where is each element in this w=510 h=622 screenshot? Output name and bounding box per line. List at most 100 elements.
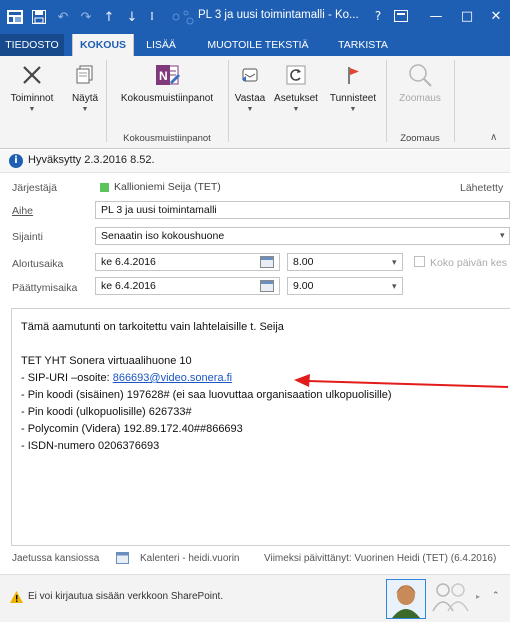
ribbon-separator	[228, 60, 229, 142]
chevron-right-icon[interactable]: ▸	[476, 592, 480, 601]
arrow-up-icon[interactable]: ↑	[100, 9, 118, 25]
tunnisteet-label: Tunnisteet	[329, 93, 377, 104]
undo-icon[interactable]: ↶	[54, 9, 72, 25]
shared-folder-label: Jaetussa kansiossa	[12, 553, 100, 564]
redo-icon[interactable]: ↷	[77, 9, 95, 25]
chevron-down-icon: ▼	[81, 106, 89, 113]
title-bar: ↶ ↷ ↑ ↓ ⫿ PL 3 ja uusi toimintamalli - K…	[0, 0, 510, 34]
location-dropdown-icon[interactable]: ▾	[500, 231, 505, 241]
calendar-icon[interactable]	[260, 256, 274, 268]
sip-uri-link[interactable]: 866693@video.sonera.fi	[113, 372, 232, 384]
refresh-icon	[272, 60, 320, 90]
info-bar: i Hyväksytty 2.3.2016 8.52.	[0, 150, 510, 173]
end-time-dropdown-icon[interactable]: ▾	[392, 282, 397, 292]
organizer-status-badge	[100, 183, 109, 192]
chevron-down-icon: ▼	[349, 106, 357, 113]
chevron-down-icon: ▼	[28, 106, 36, 113]
close-button[interactable]: ✕	[484, 6, 508, 26]
tab-tiedosto[interactable]: TIEDOSTO	[0, 34, 64, 56]
save-icon[interactable]	[30, 9, 48, 25]
subject-label: Aihe	[12, 205, 34, 217]
zoomaus-button[interactable]: Zoomaus	[388, 60, 452, 104]
people-placeholder-icon[interactable]	[432, 581, 472, 618]
arrow-down-icon[interactable]: ↓	[123, 9, 141, 25]
help-button[interactable]: ?	[366, 6, 390, 26]
sent-label: Lähetetty	[460, 182, 504, 194]
people-pane: Ei voi kirjautua sisään verkkoon SharePo…	[0, 574, 510, 622]
minimize-button[interactable]: —	[424, 6, 448, 26]
subject-input[interactable]: PL 3 ja uusi toimintamalli	[95, 201, 510, 219]
kokousmuistiinpanot-group-label: Kokousmuistiinpanot	[123, 133, 211, 144]
end-date-input[interactable]: ke 6.4.2016	[95, 277, 280, 295]
tunnisteet-button[interactable]: Tunnisteet ▼	[322, 60, 384, 113]
calendar-owner[interactable]: Kalenteri - heidi.vuorin	[140, 553, 240, 564]
body-line: Tämä aamutunti on tarkoitettu vain lahte…	[21, 321, 284, 333]
toiminnot-label: Toiminnot	[10, 93, 54, 104]
ribbon-display-options-icon[interactable]	[389, 6, 413, 26]
body-line: - SIP-URI –osoite: 866693@video.sonera.f…	[21, 372, 232, 384]
ribbon-separator	[106, 60, 107, 142]
body-text: - SIP-URI –osoite:	[21, 372, 113, 384]
asetukset-button[interactable]: Asetukset ▼	[272, 60, 320, 113]
start-time-label: Aloıtusaika	[12, 258, 64, 270]
ribbon-separator	[386, 60, 387, 142]
kokousmuistiinpanot-button[interactable]: N Kokousmuistiinpanot	[108, 60, 226, 104]
body-line: - Polycomin (Videra) 192.89.172.40##8666…	[21, 423, 243, 435]
outlook-app-icon	[6, 9, 24, 25]
zoomaus-group-label: Zoomaus	[400, 133, 440, 144]
message-body[interactable]: Tämä aamutunti on tarkoitettu vain lahte…	[11, 308, 510, 546]
nayta-button[interactable]: Näytä ▼	[66, 60, 104, 113]
annotation-arrow	[294, 374, 509, 388]
all-day-checkbox[interactable]	[414, 256, 425, 267]
restore-button[interactable]: □	[455, 6, 479, 26]
vastaa-label: Vastaa	[234, 93, 266, 104]
view-pages-icon	[66, 60, 104, 90]
metadata-footer: Jaetussa kansiossa Kalenteri - heidi.vuo…	[0, 550, 510, 568]
info-icon: i	[9, 154, 23, 168]
tab-tarkista[interactable]: TARKISTA	[328, 34, 398, 56]
all-day-label: Koko päivän kes	[430, 257, 508, 269]
customize-toolbar-icon[interactable]: ⫿	[145, 9, 159, 25]
organizer-label: Järjestäjä	[12, 182, 57, 194]
window-title: PL 3 ja uusi toimintamalli - Ko...	[198, 9, 359, 21]
zoomaus-label: Zoomaus	[399, 93, 441, 104]
chevron-down-icon: ▼	[292, 106, 300, 113]
kokousmuistiinpanot-label: Kokousmuistiinpanot	[120, 93, 214, 104]
location-label: Sijainti	[12, 231, 43, 243]
magnifier-icon	[388, 60, 452, 90]
close-x-icon	[0, 60, 64, 90]
body-line: - Pin koodi (ulkopuolisille) 626733#	[21, 406, 192, 418]
response-status: Hyväksytty 2.3.2016 8.52.	[28, 154, 155, 166]
asetukset-label: Asetukset	[274, 93, 318, 104]
organizer-value: Kallioniemi Seija (TET)	[114, 181, 221, 193]
calendar-folder-icon	[116, 552, 129, 564]
end-time-label: Päättymisaika	[12, 282, 78, 294]
chevron-down-icon: ▼	[246, 106, 254, 113]
ribbon: Toiminnot ▼ Näytä ▼ N Kokousmuistiinpano…	[0, 56, 510, 149]
body-line: - ISDN-numero 0206376693	[21, 440, 160, 452]
last-modified: Viimeksi päivittänyt: Vuorinen Heidi (TE…	[264, 553, 497, 564]
location-input[interactable]: Senaatin iso kokoushuone	[95, 227, 510, 245]
sharepoint-warning: Ei voi kirjautua sisään verkkoon SharePo…	[28, 591, 224, 602]
toiminnot-button[interactable]: Toiminnot ▼	[0, 60, 64, 113]
ribbon-tabs: TIEDOSTO KOKOUS LISÄÄ MUOTOILE TEKSTIÄ T…	[0, 34, 510, 56]
tab-kokous[interactable]: KOKOUS	[72, 34, 134, 56]
start-time-input[interactable]: 8.00	[287, 253, 403, 271]
avatar[interactable]	[386, 579, 426, 619]
reply-icon	[230, 60, 270, 90]
warning-icon	[10, 591, 23, 606]
start-date-input[interactable]: ke 6.4.2016	[95, 253, 280, 271]
vastaa-button[interactable]: Vastaa ▼	[230, 60, 270, 113]
onenote-icon: N	[108, 60, 226, 90]
end-time-input[interactable]: 9.00	[287, 277, 403, 295]
body-line: TET YHT Sonera virtuaalihuone 10	[21, 355, 192, 367]
nayta-label: Näytä	[71, 93, 99, 104]
decorative-pattern	[172, 9, 194, 25]
tab-muotoile-tekstia[interactable]: MUOTOILE TEKSTIÄ	[196, 34, 320, 56]
start-time-dropdown-icon[interactable]: ▾	[392, 258, 397, 268]
collapse-ribbon-button[interactable]: ∧	[490, 132, 497, 143]
calendar-icon[interactable]	[260, 280, 274, 292]
chevron-up-icon[interactable]: ⌃	[492, 591, 500, 601]
flag-icon	[322, 60, 384, 90]
tab-lisaa[interactable]: LISÄÄ	[140, 34, 182, 56]
